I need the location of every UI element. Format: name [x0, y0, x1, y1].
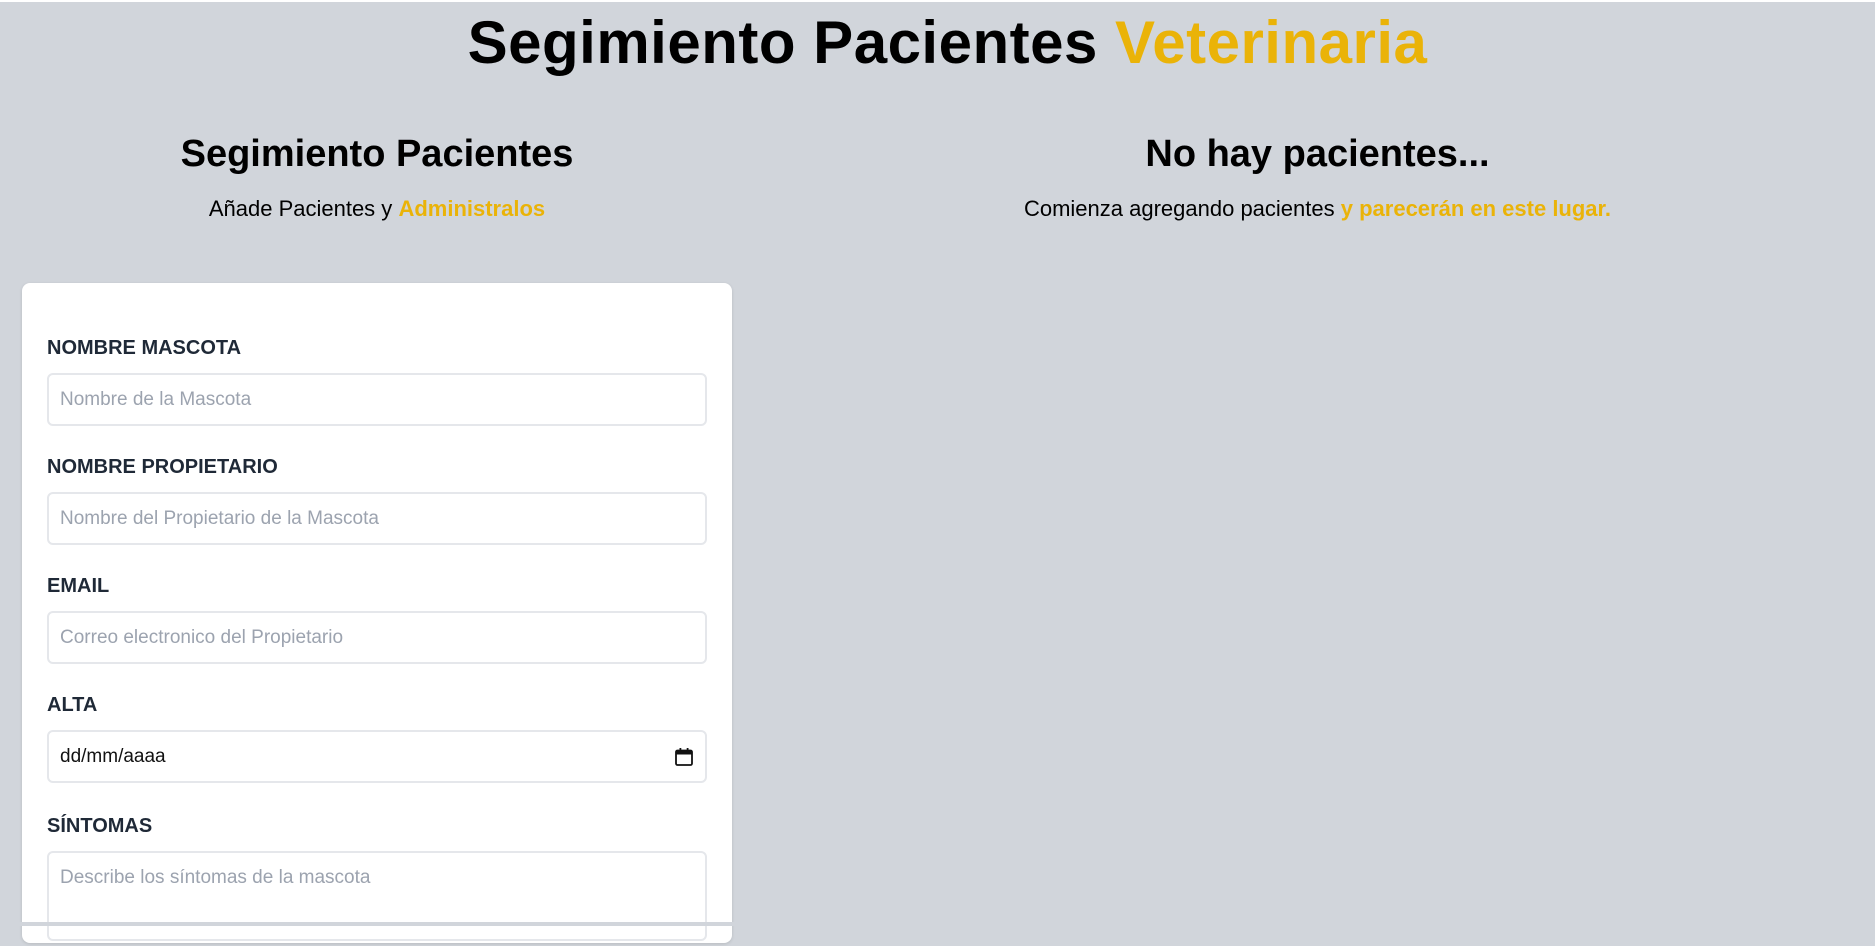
- pet-name-label: NOMBRE MASCOTA: [47, 337, 242, 359]
- form-section-title: Segimiento Pacientes: [180, 133, 574, 175]
- discharge-date-field: ALTA dd/mm/aaaa: [47, 692, 707, 783]
- patients-list-subtitle-text: Comienza agregando pacientes: [1023, 196, 1335, 221]
- email-field: EMAIL: [47, 573, 707, 664]
- pet-name-input[interactable]: [47, 373, 707, 426]
- discharge-date-label: ALTA: [47, 694, 98, 716]
- owner-name-input[interactable]: [47, 492, 707, 545]
- calendar-icon[interactable]: [674, 747, 694, 767]
- patients-list-section: No hay pacientes... Comienza agregando p…: [760, 128, 1875, 224]
- owner-name-label: NOMBRE PROPIETARIO: [47, 456, 278, 478]
- top-border: [0, 0, 1875, 2]
- page-title-main: Segimiento Pacientes: [467, 9, 1098, 76]
- page-title: Segimiento Pacientes Veterinaria: [0, 8, 1875, 78]
- discharge-date-value: dd/mm/aaaa: [60, 745, 166, 767]
- owner-name-field: NOMBRE PROPIETARIO: [47, 454, 707, 545]
- page-title-accent: Veterinaria: [1115, 9, 1428, 76]
- form-section-subtitle-text: Añade Pacientes y: [208, 196, 393, 221]
- bottom-edge: [0, 922, 1875, 926]
- symptoms-label: SÍNTOMAS: [47, 815, 153, 837]
- form-section-subtitle-accent: Administralos: [398, 196, 546, 221]
- symptoms-field: SÍNTOMAS: [47, 813, 707, 946]
- pet-name-field: NOMBRE MASCOTA: [47, 335, 707, 426]
- patients-list-subtitle: Comienza agregando pacientes y parecerán…: [760, 194, 1875, 224]
- email-input[interactable]: [47, 611, 707, 664]
- form-section-header: Segimiento Pacientes Añade Pacientes y A…: [22, 128, 732, 224]
- symptoms-textarea[interactable]: [47, 851, 707, 941]
- email-label: EMAIL: [47, 575, 110, 597]
- patient-form: NOMBRE MASCOTA NOMBRE PROPIETARIO EMAIL …: [22, 283, 732, 943]
- form-section-subtitle: Añade Pacientes y Administralos: [22, 194, 732, 224]
- patients-list-subtitle-accent: y parecerán en este lugar.: [1340, 196, 1612, 221]
- discharge-date-input[interactable]: dd/mm/aaaa: [47, 730, 707, 783]
- patients-list-title: No hay pacientes...: [1145, 133, 1490, 175]
